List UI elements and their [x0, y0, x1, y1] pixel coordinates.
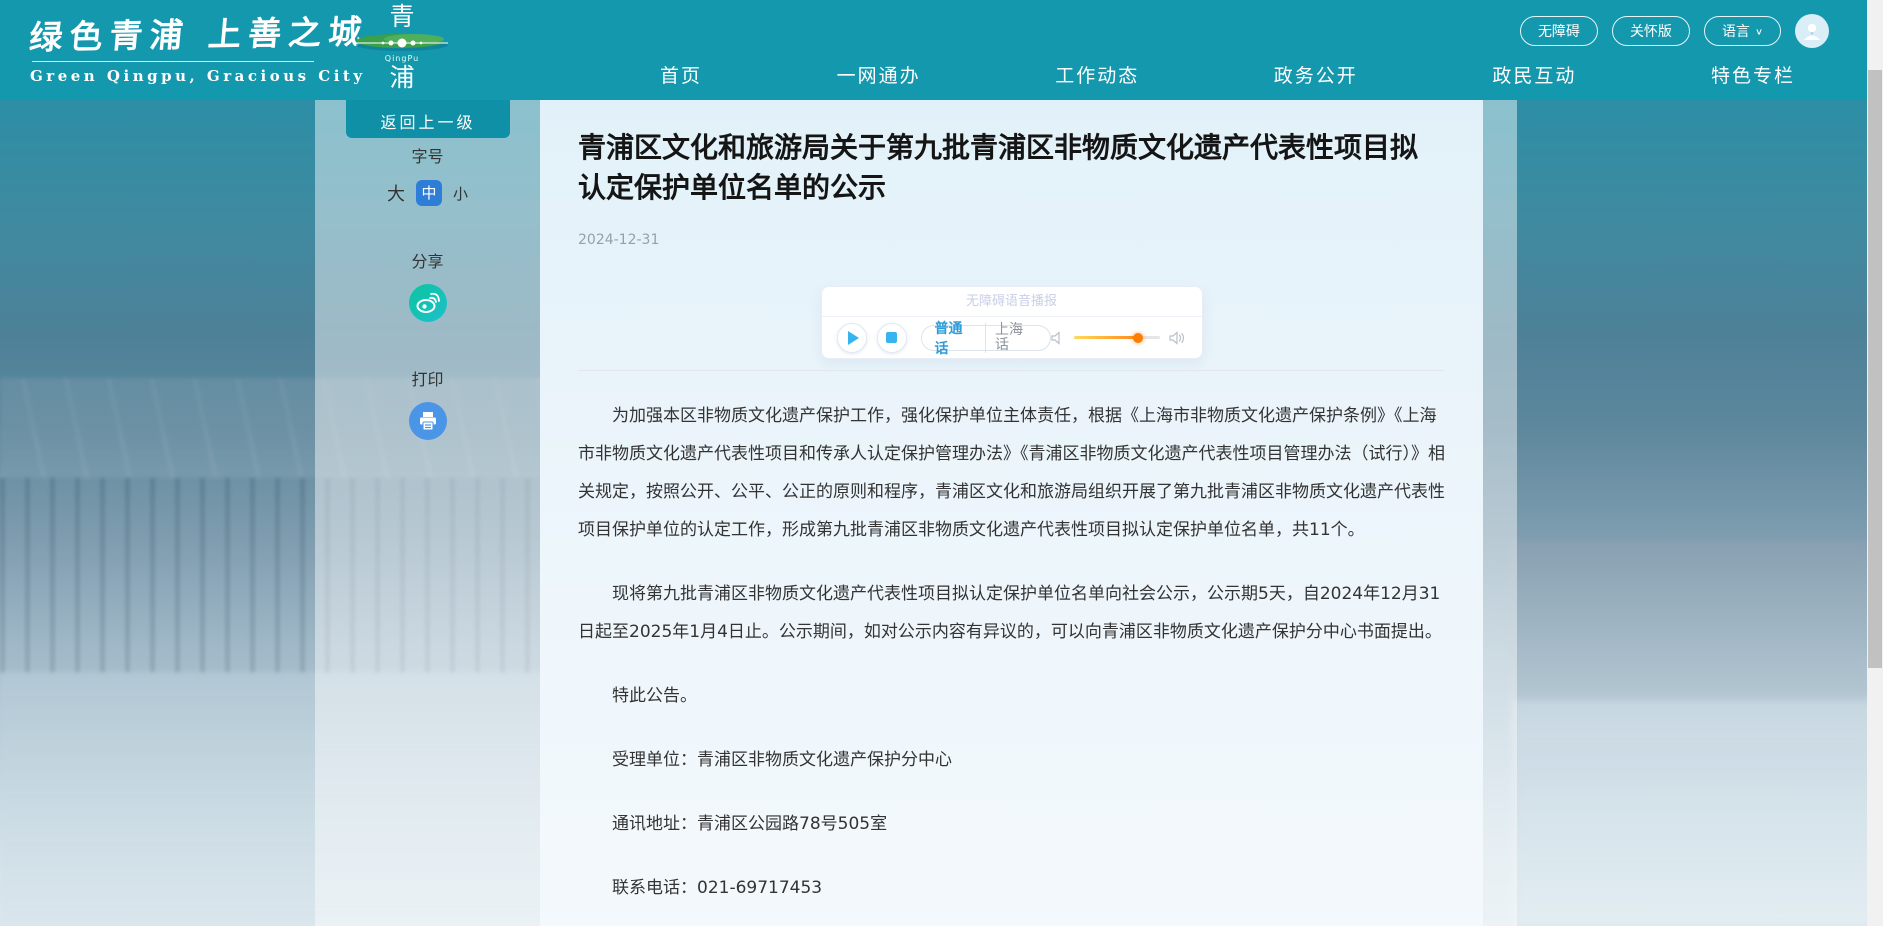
- audio-player: 无障碍语音播报 普通话 上海话: [821, 286, 1203, 359]
- article-divider: [578, 370, 1445, 371]
- scrollbar[interactable]: [1867, 0, 1883, 926]
- logo-subtext: QingPu: [352, 55, 452, 63]
- background-ground-right: [1513, 700, 1883, 926]
- audio-player-title: 无障碍语音播报: [822, 287, 1202, 317]
- brand: 绿色青浦 上善之城 Green Qingpu, Gracious City: [30, 8, 369, 85]
- language-toggle: 普通话 上海话: [921, 325, 1051, 351]
- brand-divider: [32, 61, 314, 62]
- scrollbar-thumb[interactable]: [1868, 70, 1882, 668]
- font-size-medium-button[interactable]: 中: [416, 180, 442, 206]
- volume-loud-icon: [1169, 331, 1187, 345]
- lang-mandarin-button[interactable]: 普通话: [922, 318, 986, 358]
- volume-fill: [1074, 336, 1139, 339]
- article-paragraph: 通讯地址：青浦区公园路78号505室: [578, 805, 1445, 843]
- nav-item-services[interactable]: 一网通办: [837, 61, 921, 88]
- font-size-large-button[interactable]: 大: [387, 180, 405, 206]
- article-paragraph: 联系电话：021-69717453: [578, 869, 1445, 907]
- article-paragraph: 特此公告。: [578, 677, 1445, 715]
- avatar-button[interactable]: [1795, 14, 1829, 48]
- stop-icon: [886, 332, 897, 343]
- person-icon: [1801, 20, 1823, 42]
- font-size-controls: 大 中 小: [315, 180, 540, 206]
- header-actions: 无障碍 关怀版 语言 ∨: [1520, 14, 1829, 48]
- nav-item-home[interactable]: 首页: [660, 61, 702, 88]
- chevron-down-icon: ∨: [1755, 26, 1763, 36]
- lang-shanghainese-button[interactable]: 上海话: [985, 323, 1050, 353]
- article-body: 为加强本区非物质文化遗产保护工作，强化保护单位主体责任，根据《上海市非物质文化遗…: [578, 397, 1445, 926]
- logo-island-icon: [354, 32, 450, 54]
- article-paragraph: 受理单位：青浦区非物质文化遗产保护分中心: [578, 741, 1445, 779]
- play-icon: [848, 331, 859, 345]
- nav-item-interaction[interactable]: 政民互动: [1492, 61, 1576, 88]
- share-label: 分享: [315, 248, 540, 272]
- weibo-share-button[interactable]: [409, 284, 447, 322]
- volume-slider[interactable]: [1074, 336, 1160, 339]
- logo-char-bottom: 浦: [352, 65, 452, 90]
- audio-player-controls: 普通话 上海话: [822, 317, 1202, 358]
- article-date: 2024-12-31: [578, 232, 1445, 248]
- print-button[interactable]: [409, 402, 447, 440]
- accessibility-button[interactable]: 无障碍: [1520, 16, 1598, 46]
- article-paragraph: 现将第九批青浦区非物质文化遗产代表性项目拟认定保护单位名单向社会公示，公示期5天…: [578, 575, 1445, 651]
- weibo-icon: [416, 292, 440, 314]
- font-size-label: 字号: [315, 143, 540, 167]
- language-button[interactable]: 语言 ∨: [1704, 16, 1781, 46]
- care-version-label: 关怀版: [1630, 21, 1672, 41]
- volume-mute-icon: [1051, 331, 1065, 345]
- accessibility-label: 无障碍: [1538, 21, 1580, 41]
- logo-char-top: 青: [352, 4, 452, 29]
- brand-slogan-cn: 绿色青浦 上善之城: [28, 5, 371, 59]
- care-version-button[interactable]: 关怀版: [1612, 16, 1690, 46]
- language-label: 语言: [1722, 21, 1750, 41]
- nav-item-news[interactable]: 工作动态: [1055, 61, 1139, 88]
- article-panel: 青浦区文化和旅游局关于第九批青浦区非物质文化遗产代表性项目拟认定保护单位名单的公…: [540, 100, 1483, 926]
- sidebar: 返回上一级 字号 大 中 小 分享 打印: [315, 100, 540, 926]
- main-nav: 首页 一网通办 工作动态 政务公开 政民互动 特色专栏: [660, 61, 1795, 88]
- qingpu-logo: 青 QingPu 浦: [352, 4, 452, 90]
- print-label: 打印: [315, 366, 540, 390]
- article-title: 青浦区文化和旅游局关于第九批青浦区非物质文化遗产代表性项目拟认定保护单位名单的公…: [578, 128, 1445, 208]
- nav-item-disclosure[interactable]: 政务公开: [1274, 61, 1358, 88]
- volume-handle[interactable]: [1133, 333, 1143, 343]
- font-size-small-button[interactable]: 小: [453, 183, 468, 204]
- content-wrapper: 返回上一级 字号 大 中 小 分享 打印: [315, 100, 1517, 926]
- play-button[interactable]: [837, 323, 867, 353]
- site-header: 绿色青浦 上善之城 Green Qingpu, Gracious City 青 …: [0, 0, 1867, 100]
- article-paragraph: 为加强本区非物质文化遗产保护工作，强化保护单位主体责任，根据《上海市非物质文化遗…: [578, 397, 1445, 549]
- nav-item-features[interactable]: 特色专栏: [1711, 61, 1795, 88]
- printer-icon: [418, 411, 438, 431]
- brand-slogan-en: Green Qingpu, Gracious City: [30, 67, 369, 85]
- stop-button[interactable]: [877, 323, 907, 353]
- volume-control: [1051, 331, 1187, 345]
